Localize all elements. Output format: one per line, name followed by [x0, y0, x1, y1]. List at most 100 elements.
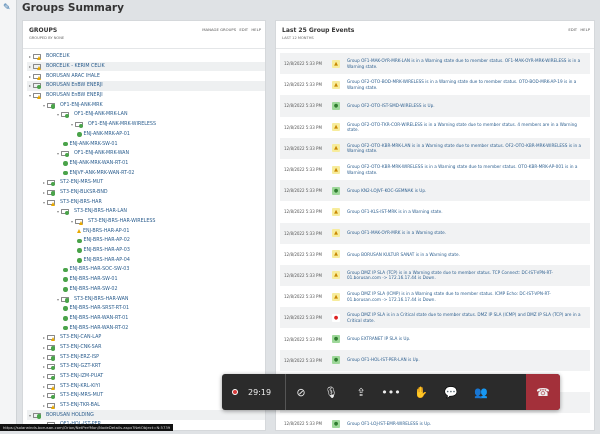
warning-icon: [51, 201, 55, 206]
tree-item-label: BORCELIK - KERIM CELIK: [46, 64, 105, 70]
tree-item[interactable]: ▾ BORUSAN HOLDING: [27, 410, 265, 421]
event-time: 12/8/2022 5:33 PM: [284, 315, 322, 321]
folder-icon: [47, 102, 55, 109]
warning-folder-icon: ▲: [332, 59, 340, 68]
tree-item[interactable]: ▸ BORUSAN EnBW ENERJI: [27, 81, 265, 91]
folder-icon: [33, 93, 41, 100]
tree-item[interactable]: ▾ ST3-ENJ-BRS-HAR-WIRELESS: [27, 217, 265, 227]
tree-item[interactable]: ▾ BORUSAN EnBW ENERJI: [27, 91, 265, 101]
tree-item[interactable]: ▾ OF1-ENJ-ANK-MRK-WAN: [27, 149, 265, 159]
status-up-icon: [63, 267, 68, 273]
event-message-link[interactable]: Group EXTRANET IP SLA is Up.: [347, 336, 590, 342]
tree-item[interactable]: ENJ-BRS-HAR-WAN-RT-02: [27, 323, 265, 333]
event-message-link[interactable]: Group OF2-OTO-BOD-MRK-WIRELESS is in a W…: [347, 79, 590, 90]
tree-item[interactable]: ENJ-BRS-HAR-SW-01: [27, 275, 265, 285]
hang-up-button[interactable]: ☎: [526, 374, 560, 410]
event-time: 12/8/2022 5:33 PM: [284, 251, 322, 257]
tree-item[interactable]: ▸ ST3-ENJ-GZT-KRT: [27, 362, 265, 372]
event-row: 12/8/2022 5:33 PM ▲ Group BORUSAN KULTUR S…: [280, 244, 590, 265]
microphone-icon[interactable]: 🎙: [316, 386, 346, 399]
event-message-link[interactable]: Group OF2-OTO-KBR-MRK-WIRELESS is in a W…: [347, 164, 590, 175]
tree-item[interactable]: ENJ-BRS-HAR-SW-02: [27, 285, 265, 295]
tree-item[interactable]: ENJ-BRS-HAR-AP-04: [27, 255, 265, 265]
help-link[interactable]: HELP: [251, 27, 261, 32]
call-toolbar: 29:19 ⊘ 🎙 ⇪ ••• ✋ 💬 👥 ☎: [222, 374, 560, 410]
folder-icon: [75, 219, 83, 226]
manage-groups-link[interactable]: MANAGE GROUPS: [202, 27, 236, 32]
events-subtitle: LAST 12 MONTHS: [282, 36, 314, 40]
tree-item-label: BORUSAN ARAC IHALE: [46, 73, 100, 79]
edit-link[interactable]: EDIT: [568, 27, 577, 32]
left-strip: ✎: [0, 0, 17, 431]
event-message-link[interactable]: Group OF2-OTO-IST-SMD-WIRELESS is Up.: [347, 103, 590, 109]
tree-item-label: ST3-ENJ-CNK-SAR: [60, 344, 102, 350]
tree-item-label: BORUSAN HOLDING: [46, 412, 94, 418]
tree-item[interactable]: ▾ OF1-ENJ-ANK-MRK-WIRELESS: [27, 120, 265, 130]
tree-item-label: BORCELIK: [46, 54, 70, 60]
tree-item[interactable]: ENJ-BRS-HAR-WAN-RT-01: [27, 314, 265, 324]
call-timer: 29:19: [248, 374, 286, 410]
tree-item[interactable]: ▾ ST3-ENJ-BRS-HAR-LAN: [27, 207, 265, 217]
tree-item[interactable]: ENJ-BRS-HAR-SOC-SW-03: [27, 265, 265, 275]
participants-icon[interactable]: 👥: [466, 386, 496, 399]
event-message-link[interactable]: Group OF1-HOL-IST-PER-LAN is Up.: [347, 357, 590, 363]
camera-off-icon[interactable]: ⊘: [286, 386, 316, 399]
tree-item[interactable]: ▾ ST3-ENJ-BRS-HAR-WAN: [27, 294, 265, 304]
tree-item-label: ST3-ENJ-BRS-HAR: [60, 199, 102, 205]
tree-item[interactable]: ENJ-BRS-HAR-AP-03: [27, 246, 265, 256]
tree-item[interactable]: ▸ ST2-ENJ-MRS-MUT: [27, 178, 265, 188]
help-link[interactable]: HELP: [580, 27, 590, 32]
pencil-icon[interactable]: ✎: [3, 3, 11, 13]
chat-icon[interactable]: 💬: [436, 386, 466, 399]
event-message-link[interactable]: Group OF2-OTO-KBR-MRK-LAN is in a Warnin…: [347, 143, 590, 154]
tree-item[interactable]: ▸ BORCELIK: [27, 52, 265, 62]
edit-link[interactable]: EDIT: [239, 27, 248, 32]
tree-item[interactable]: ENJ-BRS-HAR-AP-01: [27, 226, 265, 236]
event-message-link[interactable]: Group OF2-OTO-TKR-COR-WIRELESS is in a W…: [347, 122, 590, 133]
tree-item[interactable]: ENJ-ANK-MRK-SW-01: [27, 139, 265, 149]
page-title: Groups Summary: [22, 2, 124, 14]
event-message-link[interactable]: Group DMZ IP SLA is in a Critical state …: [347, 312, 590, 323]
event-message-link[interactable]: Group BORUSAN KULTUR SANAT is in a Warni…: [347, 252, 590, 258]
event-time: 12/8/2022 5:33 PM: [284, 336, 322, 342]
event-message-link[interactable]: Group DMZ IP SLA (TCP) is in a Warning s…: [347, 270, 590, 281]
event-row: 12/8/2022 5:33 PM ▲ Group DMZ IP SLA (ICMP…: [280, 286, 590, 307]
event-time: 12/8/2022 5:33 PM: [284, 124, 322, 130]
tree-item[interactable]: ENJVF-ANK-MRK-WAN-RT-02: [27, 168, 265, 178]
tree-item-label: OF1-ENJ-ANK-MRK: [60, 102, 103, 108]
folder-icon: [47, 383, 55, 390]
tree-item[interactable]: ▾ OF1-ENJ-ANK-MRK: [27, 100, 265, 110]
tree-item[interactable]: ▸ ST3-ENJ-CNK-SAR: [27, 343, 265, 353]
tree-item[interactable]: ENJ-BRS-HAR-SRST-RT-01: [27, 304, 265, 314]
tree-item[interactable]: ▾ OF1-ENJ-ANK-MRK-LAN: [27, 110, 265, 120]
event-message-link[interactable]: Group OF1-MAK-OYR-MRK-LAN is in a Warnin…: [347, 58, 590, 69]
event-message-link[interactable]: Group DMZ IP SLA (ICMP) is in a Warning …: [347, 291, 590, 302]
share-screen-icon[interactable]: ⇪: [346, 386, 376, 399]
raise-hand-icon[interactable]: ✋: [406, 386, 436, 399]
tree-item[interactable]: ▸ ST3-ENJ-CAN-LAP: [27, 333, 265, 343]
event-time: 12/8/2022 5:33 PM: [284, 272, 322, 278]
status-up-icon: [63, 306, 68, 311]
event-time: 12/8/2022 5:33 PM: [284, 82, 322, 88]
warning-icon: [37, 95, 41, 100]
event-time: 12/8/2022 5:33 PM: [284, 421, 322, 427]
tree-item[interactable]: ENJ-ANK-MRK-AP-01: [27, 130, 265, 140]
warning-folder-icon: ▲: [332, 271, 340, 280]
tree-item-label: ENJ-ANK-MRK-WAN-RT-01: [69, 160, 129, 166]
tree-item[interactable]: ▸ ST3-ENJ-BLKSR-BND: [27, 188, 265, 198]
more-icon[interactable]: •••: [376, 386, 406, 399]
event-message-link[interactable]: Group OF1-MAK-OYR-MRK is in a Warning st…: [347, 230, 590, 236]
event-message-link[interactable]: Group OF1-KLS-IST-MRK is in a Warning st…: [347, 209, 590, 215]
tree-item[interactable]: ▸ ST3-ENJ-ERZ-ISP: [27, 352, 265, 362]
tree-item[interactable]: ▾ ST3-ENJ-BRS-HAR: [27, 197, 265, 207]
folder-icon: [47, 344, 55, 351]
event-message-link[interactable]: Group OF1-LOJ-IST-EMR-WIRELESS is Up.: [347, 421, 590, 427]
status-up-icon: [77, 238, 82, 244]
tree-item[interactable]: ENJ-BRS-HAR-AP-02: [27, 236, 265, 246]
tree-item[interactable]: ▸ BORCELIK - KERIM CELIK: [27, 61, 265, 72]
tree-item-label: BORUSAN EnBW ENERJI: [46, 93, 103, 99]
tree-item[interactable]: ENJ-ANK-MRK-WAN-RT-01: [27, 159, 265, 169]
event-message-link[interactable]: Group KN2-LOJVF-KOC-GEMNAK is Up.: [347, 188, 590, 194]
tree-item[interactable]: ▸ BORUSAN ARAC IHALE: [27, 71, 265, 81]
status-up-icon: [77, 258, 82, 263]
